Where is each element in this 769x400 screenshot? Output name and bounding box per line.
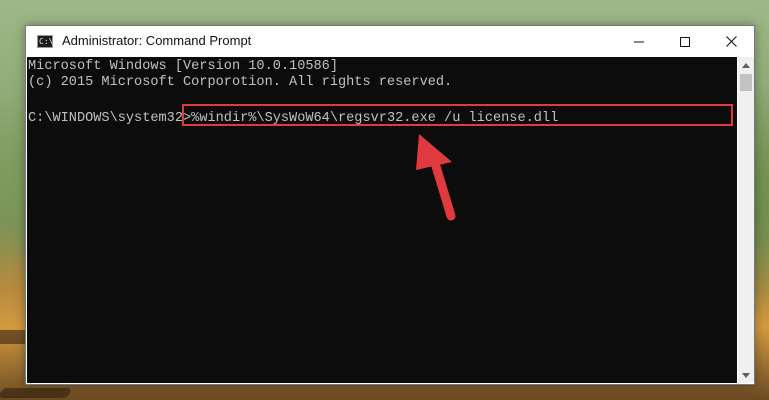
- command-prompt-window: C:\ Administrator: Command Prompt Micros…: [25, 25, 755, 385]
- console-line-version: Microsoft Windows [Version 10.0.10586]: [28, 59, 338, 74]
- command-highlight-box: [182, 104, 733, 126]
- chevron-up-icon: [742, 62, 750, 68]
- close-button[interactable]: [708, 26, 754, 57]
- minimize-button[interactable]: [616, 26, 662, 57]
- chevron-down-icon: [742, 372, 750, 378]
- console-line-copyright: (c) 2015 Microsoft Corporotion. All righ…: [28, 75, 453, 90]
- title-bar[interactable]: C:\ Administrator: Command Prompt: [26, 26, 754, 57]
- minimize-icon: [634, 41, 644, 42]
- maximize-button[interactable]: [662, 26, 708, 57]
- window-title: Administrator: Command Prompt: [62, 33, 252, 48]
- console-prompt: C:\WINDOWS\system32>: [28, 111, 192, 126]
- close-icon: [725, 36, 737, 47]
- command-prompt-icon: C:\: [37, 35, 54, 48]
- scroll-down-button[interactable]: [738, 367, 754, 383]
- console-area[interactable]: Microsoft Windows [Version 10.0.10586] (…: [27, 57, 737, 383]
- background-stripe: [0, 388, 73, 398]
- scroll-thumb[interactable]: [740, 74, 752, 91]
- vertical-scrollbar[interactable]: [738, 57, 754, 383]
- scroll-up-button[interactable]: [738, 57, 754, 73]
- maximize-icon: [680, 36, 690, 47]
